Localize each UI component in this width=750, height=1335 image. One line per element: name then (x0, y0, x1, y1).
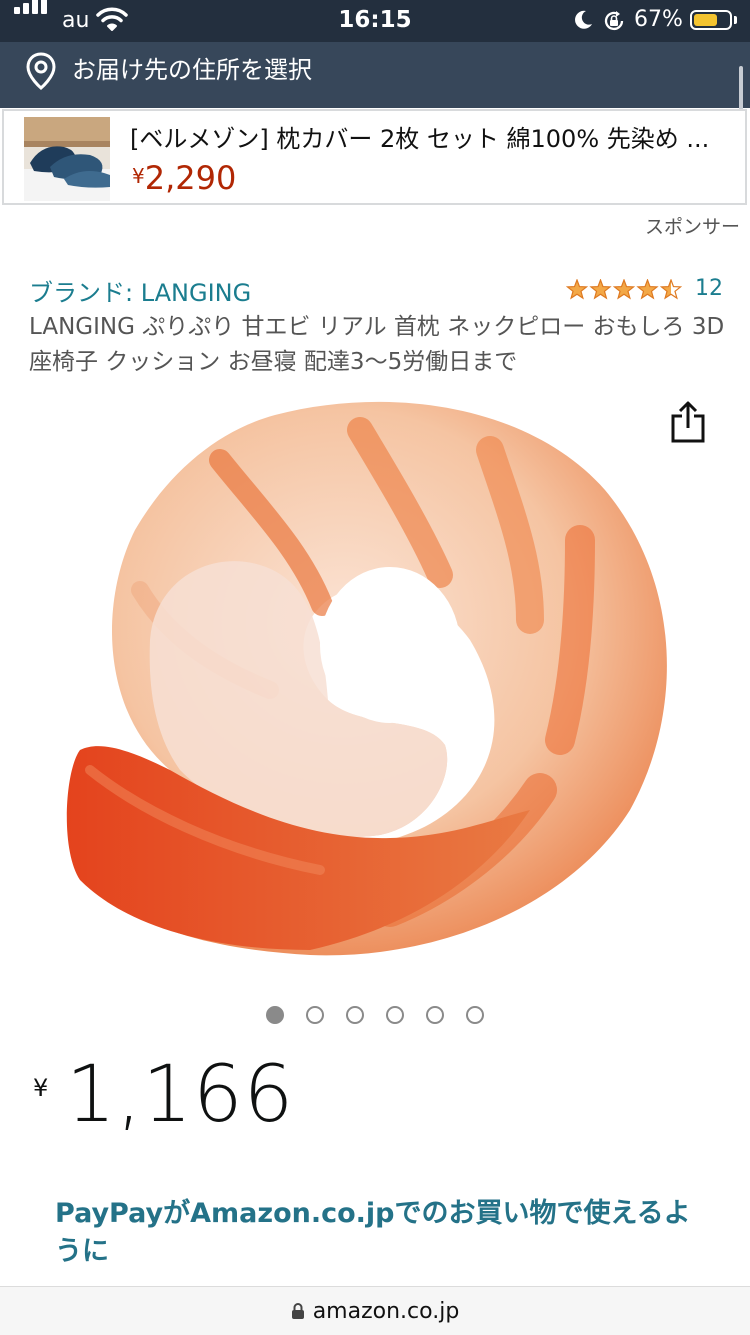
battery-percent: 67% (634, 7, 683, 32)
carousel-dot[interactable] (466, 1006, 484, 1024)
battery-icon (690, 10, 732, 30)
carousel-dot[interactable] (346, 1006, 364, 1024)
rating-star (612, 279, 636, 300)
brand-link[interactable]: ブランド: LANGING (29, 273, 251, 308)
browser-url-bar[interactable]: amazon.co.jp (0, 1286, 750, 1335)
price-value: 2,290 (144, 159, 237, 197)
moon-icon (575, 10, 592, 29)
carousel-dot[interactable] (426, 1006, 444, 1024)
rating-star (659, 279, 683, 300)
battery-cap (734, 16, 737, 24)
product-title: LANGING ぷりぷり 甘エビ リアル 首枕 ネックピロー おもしろ 3D 座… (29, 314, 725, 375)
sponsored-product-price: ¥2,290 (132, 159, 236, 197)
carousel-dot[interactable] (386, 1006, 404, 1024)
url-display[interactable]: amazon.co.jp (0, 1299, 750, 1324)
rotation-lock-icon (604, 11, 624, 31)
review-count[interactable]: 12 (695, 276, 723, 301)
lock-icon (291, 1303, 304, 1319)
rating-star (589, 279, 612, 300)
paypay-promo-link[interactable]: PayPayがAmazon.co.jpでのお買い物で使えるように (55, 1195, 705, 1271)
sponsored-product-banner[interactable]: [ベルメゾン] 枕カバー 2枚 セット 綿100% 先染め ... ¥2,290 (2, 109, 747, 205)
star-rating[interactable] (566, 279, 686, 301)
sponsored-product-title[interactable]: [ベルメゾン] 枕カバー 2枚 セット 綿100% 先染め ... (130, 119, 732, 154)
delivery-address-label: お届け先の住所を選択 (72, 56, 312, 84)
price-value: 1,166 (66, 1050, 295, 1140)
delivery-address-bar[interactable]: お届け先の住所を選択 (0, 42, 750, 108)
share-icon[interactable] (670, 400, 706, 444)
currency-symbol: ¥ (33, 1074, 49, 1102)
shrimp-neck-pillow-image[interactable] (60, 390, 690, 970)
sponsored-label[interactable]: スポンサー (645, 212, 740, 239)
carousel-dot-active[interactable] (266, 1006, 284, 1024)
rating-star (566, 279, 589, 300)
url-text: amazon.co.jp (312, 1299, 460, 1324)
currency-symbol: ¥ (132, 164, 145, 188)
pillowcase-thumbnail (24, 117, 110, 201)
carousel-dot[interactable] (306, 1006, 324, 1024)
rating-star (636, 279, 659, 300)
status-bar: au 16:15 67% (0, 0, 750, 42)
location-pin-icon (26, 52, 56, 90)
